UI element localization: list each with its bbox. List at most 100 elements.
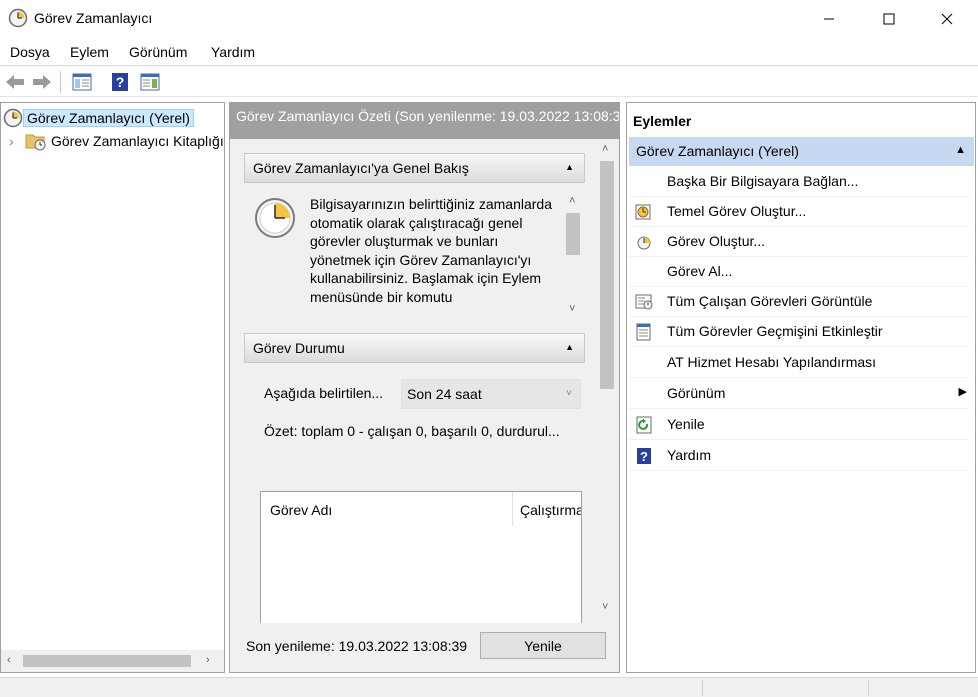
collapse-up-icon[interactable]: ▲ <box>955 144 966 156</box>
create-task-icon <box>637 236 651 250</box>
toolbar-separator <box>60 71 61 93</box>
basic-task-icon <box>635 204 651 220</box>
close-icon <box>941 13 953 25</box>
action-import-task[interactable]: Görev Al... <box>629 257 969 287</box>
last-refresh-text: Son yenileme: 19.03.2022 13:08:39 <box>246 638 468 654</box>
console-tree-pane: Görev Zamanlayıcı (Yerel) › Görev Zamanl… <box>0 102 225 673</box>
maximize-button[interactable] <box>860 0 918 38</box>
tree-item-label: Görev Zamanlayıcı Kitaplığı <box>51 133 224 149</box>
action-help[interactable]: ? Yardım <box>629 441 969 471</box>
action-label: Tüm Çalışan Görevleri Görüntüle <box>667 293 873 309</box>
menu-bar: Dosya Eylem Görünüm Yardım <box>0 40 978 66</box>
action-label: Başka Bir Bilgisayara Bağlan... <box>667 173 859 189</box>
overview-section-title: Görev Zamanlayıcı'ya Genel Bakış <box>253 160 469 176</box>
history-icon <box>636 323 651 341</box>
back-arrow-icon <box>6 75 24 89</box>
minimize-button[interactable] <box>800 0 858 38</box>
status-bar-separator <box>868 680 869 696</box>
scrollbar-thumb[interactable] <box>23 655 191 667</box>
close-button[interactable] <box>918 0 976 38</box>
clock-icon <box>3 108 23 128</box>
scroll-down-icon[interactable]: ˅ <box>569 303 575 315</box>
forward-arrow-icon <box>33 75 51 89</box>
action-enable-all-tasks-history[interactable]: Tüm Görevler Geçmişini Etkinleştir <box>629 317 969 347</box>
status-summary: Özet: toplam 0 - çalışan 0, başarılı 0, … <box>264 423 560 439</box>
actions-title: Eylemler <box>633 113 692 129</box>
forward-button[interactable] <box>30 70 54 94</box>
toolbar: ? <box>0 67 978 97</box>
show-hide-action-pane-icon <box>140 73 160 91</box>
action-connect-another-computer[interactable]: Başka Bir Bilgisayara Bağlan... <box>629 167 969 197</box>
overview-content: Bilgisayarınızın belirttiğiniz zamanlard… <box>244 195 585 323</box>
action-view[interactable]: Görünüm ▶ <box>629 379 969 409</box>
summary-footer: Son yenileme: 19.03.2022 13:08:39 Yenile <box>230 623 619 672</box>
refresh-icon <box>636 416 652 434</box>
overview-text: Bilgisayarınızın belirttiğiniz zamanlard… <box>310 196 552 305</box>
folder-clock-icon <box>25 134 46 151</box>
help-icon: ? <box>112 73 128 91</box>
action-label: Tüm Görevler Geçmişini Etkinleştir <box>667 323 883 339</box>
action-label: Yardım <box>667 447 712 463</box>
action-refresh[interactable]: Yenile <box>629 410 969 440</box>
tree-item-task-scheduler-local[interactable]: Görev Zamanlayıcı (Yerel) <box>3 107 194 129</box>
refresh-button[interactable]: Yenile <box>480 632 606 659</box>
action-label: Görünüm <box>667 385 726 401</box>
submenu-arrow-icon: ▶ <box>958 386 967 398</box>
collapse-up-icon[interactable]: ▲ <box>565 162 574 172</box>
status-filter-label: Aşağıda belirtilen... <box>264 385 384 401</box>
status-bar-separator <box>702 680 703 696</box>
task-status-section-header[interactable]: Görev Durumu ▲ <box>244 333 585 363</box>
scroll-right-icon[interactable]: › <box>206 654 210 666</box>
action-label: AT Hizmet Hesabı Yapılandırması <box>667 354 877 370</box>
column-header-run[interactable]: Çalıştırma <box>511 492 581 530</box>
overview-scrollbar[interactable]: ˄ ˅ <box>564 195 582 323</box>
actions-pane: Eylemler Görev Zamanlayıcı (Yerel) ▲ Baş… <box>626 102 976 673</box>
summary-pane: Görev Zamanlayıcı Özeti (Son yenilenme: … <box>229 102 620 673</box>
tree-item-label: Görev Zamanlayıcı (Yerel) <box>23 109 194 127</box>
action-label: Yenile <box>667 416 705 432</box>
tree-item-task-scheduler-library[interactable]: › Görev Zamanlayıcı Kitaplığı <box>9 130 224 152</box>
menu-gorunum[interactable]: Görünüm <box>129 44 187 60</box>
menu-yardim[interactable]: Yardım <box>211 44 255 60</box>
column-header-task-name[interactable]: Görev Adı <box>261 492 341 530</box>
scroll-up-icon[interactable]: ˄ <box>569 195 575 207</box>
status-bar <box>0 677 978 697</box>
action-create-basic-task[interactable]: Temel Görev Oluştur... <box>629 197 969 227</box>
scrollbar-thumb[interactable] <box>566 213 580 255</box>
clock-icon <box>8 8 28 28</box>
overview-section-header[interactable]: Görev Zamanlayıcı'ya Genel Bakış ▲ <box>244 153 585 183</box>
menu-eylem[interactable]: Eylem <box>70 44 109 60</box>
help-toolbar-button[interactable]: ? <box>108 70 132 94</box>
show-hide-action-pane-button[interactable] <box>138 70 162 94</box>
status-period-value: Son 24 saat <box>407 386 482 402</box>
help-icon: ? <box>637 448 651 464</box>
collapse-up-icon[interactable]: ▲ <box>565 342 574 352</box>
title-bar: Görev Zamanlayıcı <box>0 0 978 38</box>
task-status-table[interactable]: Görev Adı Çalıştırma <box>260 491 582 631</box>
show-hide-console-tree-button[interactable] <box>70 70 94 94</box>
svg-text:?: ? <box>116 74 125 90</box>
back-button[interactable] <box>3 70 27 94</box>
actions-group-header[interactable]: Görev Zamanlayıcı (Yerel) ▲ <box>629 137 974 166</box>
show-hide-console-tree-icon <box>72 73 92 91</box>
scroll-left-icon[interactable]: ‹ <box>7 654 11 666</box>
action-create-task[interactable]: Görev Oluştur... <box>629 227 969 257</box>
scroll-down-icon[interactable]: ˅ <box>602 601 608 613</box>
expand-chevron-icon[interactable]: › <box>9 133 25 149</box>
clock-icon <box>255 198 295 238</box>
scrollbar-thumb[interactable] <box>600 161 614 389</box>
running-tasks-icon <box>635 294 653 310</box>
menu-dosya[interactable]: Dosya <box>10 44 50 60</box>
action-at-service-account-configuration[interactable]: AT Hizmet Hesabı Yapılandırması <box>629 348 969 378</box>
summary-scrollbar[interactable]: ˄ ˅ <box>597 143 617 621</box>
maximize-icon <box>883 13 895 25</box>
action-display-running-tasks[interactable]: Tüm Çalışan Görevleri Görüntüle <box>629 287 969 317</box>
window-title: Görev Zamanlayıcı <box>34 10 153 26</box>
chevron-down-icon: ˅ <box>566 388 572 399</box>
status-period-select[interactable]: Son 24 saat ˅ <box>401 379 581 409</box>
task-status-section-title: Görev Durumu <box>253 340 345 356</box>
scroll-up-icon[interactable]: ˄ <box>602 143 608 155</box>
summary-header: Görev Zamanlayıcı Özeti (Son yenilenme: … <box>230 103 619 139</box>
action-label: Görev Oluştur... <box>667 233 766 249</box>
horizontal-scrollbar[interactable]: ‹ › <box>1 650 224 672</box>
